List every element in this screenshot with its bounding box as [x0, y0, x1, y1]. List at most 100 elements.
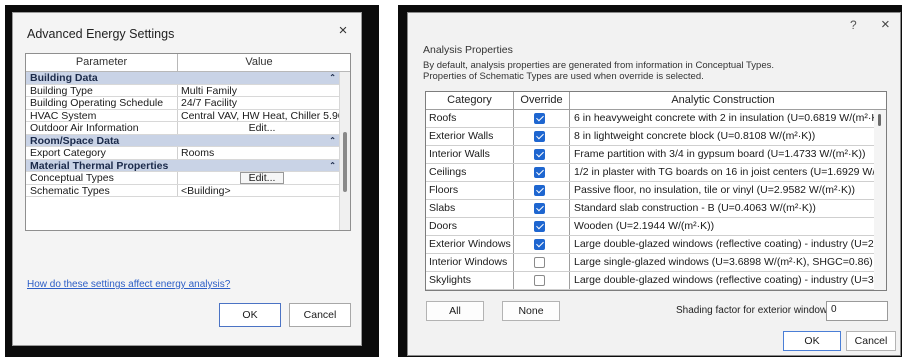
column-header-value: Value — [245, 56, 273, 68]
shading-factor-input[interactable]: 0 — [826, 301, 888, 321]
group-label: Room/Space Data — [30, 134, 120, 147]
construction-cell[interactable]: Large double-glazed windows (reflective … — [570, 272, 876, 289]
help-link[interactable]: How do these settings affect energy anal… — [27, 279, 230, 290]
override-cell — [514, 128, 570, 145]
group-header[interactable]: Room/Space Data ⌃ — [26, 134, 340, 147]
analysis-properties-dialog: ? × Analysis Properties By default, anal… — [407, 12, 901, 356]
table-row[interactable]: Interior Walls Frame partition with 3/4 i… — [426, 146, 886, 164]
override-checkbox[interactable] — [534, 257, 545, 268]
table-row[interactable]: Skylights Large double-glazed windows (re… — [426, 272, 886, 290]
category-cell: Floors — [426, 182, 514, 199]
construction-cell[interactable]: 1/2 in plaster with TG boards on 16 in j… — [570, 164, 876, 181]
table-row[interactable]: HVAC System Central VAV, HW Heat, Chiller… — [26, 109, 340, 122]
group-header[interactable]: Material Thermal Properties ⌃ — [26, 159, 340, 172]
table-row[interactable]: Floors Passive floor, no insulation, tile… — [426, 182, 886, 200]
parameter-value[interactable]: Central VAV, HW Heat, Chiller 5.96 — [178, 110, 340, 121]
description-line-1: By default, analysis properties are gene… — [423, 60, 774, 71]
table-row[interactable]: Conceptual Types Edit... — [26, 172, 340, 185]
scrollbar-thumb[interactable] — [343, 132, 347, 192]
parameter-name: Schematic Types — [26, 184, 178, 196]
none-button[interactable]: None — [502, 301, 560, 321]
collapse-chevron-icon[interactable]: ⌃ — [329, 135, 336, 147]
cancel-button[interactable]: Cancel — [846, 331, 896, 351]
ok-button[interactable]: OK — [783, 331, 841, 351]
table-row[interactable]: Outdoor Air Information Edit... — [26, 122, 340, 135]
override-cell — [514, 164, 570, 181]
override-checkbox[interactable] — [534, 113, 545, 124]
override-checkbox[interactable] — [534, 239, 545, 250]
column-header-category: Category — [426, 92, 514, 109]
help-icon[interactable]: ? — [850, 18, 857, 32]
ok-button[interactable]: OK — [219, 303, 281, 327]
edit-button[interactable]: Edit... — [240, 122, 284, 134]
construction-cell[interactable]: Wooden (U=2.1944 W/(m²·K)) — [570, 218, 876, 235]
override-checkbox[interactable] — [534, 221, 545, 232]
parameter-table: Parameter Value Building Data ⌃ Building T… — [25, 53, 351, 231]
category-cell: Skylights — [426, 272, 514, 289]
override-checkbox[interactable] — [534, 149, 545, 160]
vertical-scrollbar[interactable] — [339, 72, 350, 230]
table-row[interactable]: Exterior Walls 8 in lightweight concrete … — [426, 128, 886, 146]
override-cell — [514, 236, 570, 253]
cancel-button[interactable]: Cancel — [289, 303, 351, 327]
scrollbar-thumb[interactable] — [878, 114, 881, 126]
vertical-scrollbar[interactable] — [874, 110, 886, 290]
parameter-name: Building Type — [26, 84, 178, 96]
override-cell — [514, 254, 570, 271]
override-cell — [514, 182, 570, 199]
table-row[interactable]: Doors Wooden (U=2.1944 W/(m²·K)) — [426, 218, 886, 236]
group-label: Building Data — [30, 72, 98, 84]
parameter-name: Building Operating Schedule — [26, 97, 178, 109]
table-row[interactable]: Export Category Rooms — [26, 147, 340, 160]
category-cell: Interior Walls — [426, 146, 514, 163]
analysis-rows: Roofs 6 in heavyweight concrete with 2 in… — [426, 110, 886, 290]
group-label: Material Thermal Properties — [30, 159, 169, 172]
column-header-parameter: Parameter — [26, 54, 178, 71]
category-cell: Interior Windows — [426, 254, 514, 271]
construction-cell[interactable]: Standard slab construction - B (U=0.4063… — [570, 200, 876, 217]
table-row[interactable]: Slabs Standard slab construction - B (U=0… — [426, 200, 886, 218]
parameter-table-header: Parameter Value — [26, 54, 350, 72]
close-icon[interactable]: × — [881, 16, 890, 33]
description: By default, analysis properties are gene… — [423, 60, 883, 82]
category-cell: Roofs — [426, 110, 514, 127]
override-checkbox[interactable] — [534, 167, 545, 178]
parameter-rows: Building Data ⌃ Building Type Multi Family B… — [26, 72, 340, 197]
collapse-chevron-icon[interactable]: ⌃ — [329, 72, 336, 84]
parameter-value[interactable]: <Building> — [178, 185, 340, 196]
parameter-value[interactable]: 24/7 Facility — [178, 97, 340, 108]
table-row[interactable]: Roofs 6 in heavyweight concrete with 2 in… — [426, 110, 886, 128]
table-row[interactable]: Exterior Windows Large double-glazed wind… — [426, 236, 886, 254]
collapse-chevron-icon[interactable]: ⌃ — [329, 160, 336, 172]
construction-cell[interactable]: 6 in heavyweight concrete with 2 in insu… — [570, 110, 876, 127]
all-button[interactable]: All — [426, 301, 484, 321]
close-icon[interactable]: × — [335, 23, 351, 39]
category-cell: Ceilings — [426, 164, 514, 181]
column-header-construction: Analytic Construction — [671, 94, 775, 106]
construction-cell[interactable]: Large single-glazed windows (U=3.6898 W/… — [570, 254, 876, 271]
dialog-title: Advanced Energy Settings — [27, 27, 175, 41]
construction-cell[interactable]: Frame partition with 3/4 in gypsum board… — [570, 146, 876, 163]
parameter-value[interactable]: Multi Family — [178, 85, 340, 96]
table-row[interactable]: Schematic Types <Building> — [26, 184, 340, 197]
edit-button[interactable]: Edit... — [240, 172, 284, 184]
override-checkbox[interactable] — [534, 131, 545, 142]
parameter-value[interactable]: Rooms — [178, 147, 340, 158]
table-row[interactable]: Building Type Multi Family — [26, 84, 340, 97]
override-checkbox[interactable] — [534, 203, 545, 214]
override-checkbox[interactable] — [534, 185, 545, 196]
table-row[interactable]: Building Operating Schedule 24/7 Facility — [26, 97, 340, 110]
construction-cell[interactable]: 8 in lightweight concrete block (U=0.810… — [570, 128, 876, 145]
section-title: Analysis Properties — [423, 44, 513, 56]
override-cell — [514, 146, 570, 163]
override-checkbox[interactable] — [534, 275, 545, 286]
table-row[interactable]: Ceilings 1/2 in plaster with TG boards on… — [426, 164, 886, 182]
group-header[interactable]: Building Data ⌃ — [26, 72, 340, 85]
construction-cell[interactable]: Passive floor, no insulation, tile or vi… — [570, 182, 876, 199]
category-cell: Doors — [426, 218, 514, 235]
category-cell: Exterior Windows — [426, 236, 514, 253]
override-cell — [514, 200, 570, 217]
table-row[interactable]: Interior Windows Large single-glazed wind… — [426, 254, 886, 272]
construction-cell[interactable]: Large double-glazed windows (reflective … — [570, 236, 876, 253]
parameter-name: HVAC System — [26, 109, 178, 121]
